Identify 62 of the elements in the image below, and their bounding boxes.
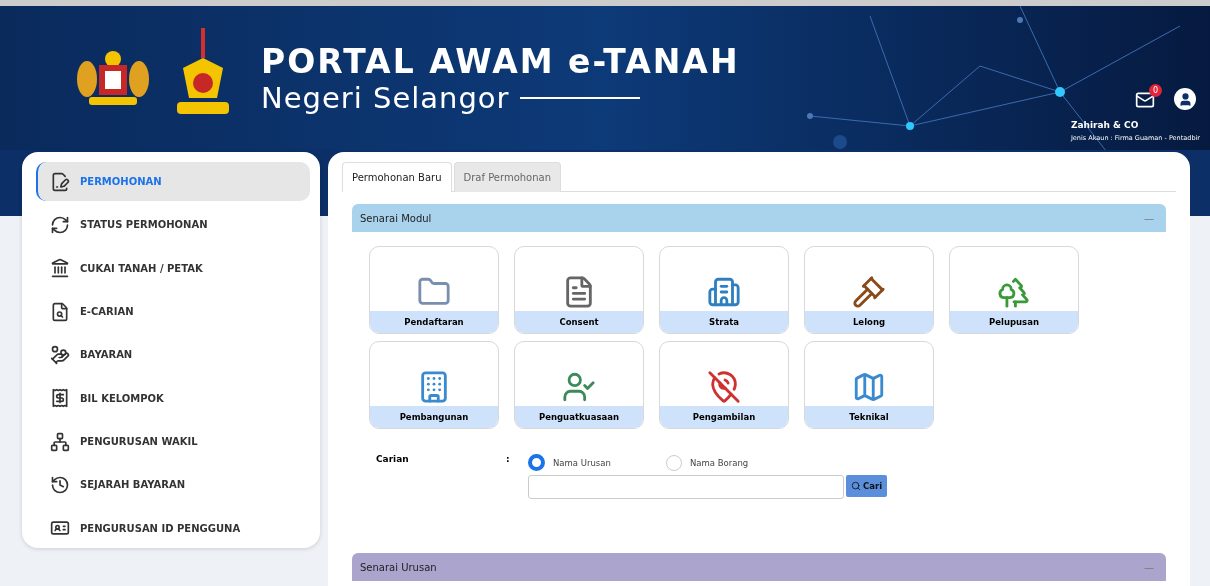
bank-icon [50,258,70,279]
radio-button[interactable] [528,454,545,471]
module-card[interactable]: Pembangunan [369,341,499,429]
refresh-icon [50,215,70,235]
portal-subtitle: Negeri Selangor [261,80,510,115]
module-label: Consent [515,311,643,333]
module-card[interactable]: Consent [514,246,644,334]
sidebar-item[interactable]: CUKAI TANAH / PETAK [36,248,310,288]
search-label: Carian [376,454,410,466]
sidebar-item[interactable]: BAYARAN [36,335,310,375]
user-icon [1177,91,1193,107]
sidebar-item[interactable]: PENGURUSAN ID PENGGUNA [36,508,310,548]
receipt-icon [50,388,70,409]
user-name: Zahirah & CO [1070,120,1139,130]
panel-title: Senarai Urusan [360,561,437,573]
search-button[interactable]: Cari [846,475,888,497]
panel-header[interactable]: Senarai Modul — [352,204,1166,232]
building-icon [707,275,741,309]
radio-option[interactable]: Nama Urusan [528,454,611,471]
form-icon [50,171,70,192]
module-label: Penguatkuasaan [515,406,643,428]
mail-button[interactable]: 0 [1135,84,1162,110]
module-label: Pengambilan [660,406,788,428]
module-card[interactable]: Pengambilan [659,341,789,429]
sidebar-item[interactable]: SEJARAH BAYARAN [36,465,310,505]
module-label: Pembangunan [370,406,498,428]
map-icon [852,370,886,404]
sidebar-item[interactable]: PENGURUSAN WAKIL [36,421,310,462]
module-card[interactable]: Teknikal [804,341,934,429]
module-label: Teknikal [805,406,933,428]
history-icon [50,474,70,495]
radio-option[interactable]: Nama Borang [665,454,749,471]
module-label: Strata [660,311,788,333]
module-card[interactable]: Pelupusan [949,246,1079,334]
sidebar-item[interactable]: E-CARIAN [36,292,310,332]
hand-coins-icon [50,344,70,365]
panel-header[interactable]: Senarai Urusan — [352,553,1166,581]
search-icon [851,481,861,491]
tab[interactable]: Draf Permohonan [453,162,562,192]
sidebar-item[interactable]: BIL KELOMPOK [36,378,310,418]
search-field[interactable] [528,475,844,499]
user-avatar-button[interactable] [1174,88,1196,110]
mail-icon [1135,90,1155,110]
gavel-icon [852,275,886,309]
portal-title: PORTAL AWAM e-TANAH [261,41,740,81]
sidebar-item[interactable]: STATUS PERMOHONAN [36,205,310,245]
module-card[interactable]: Strata [659,246,789,334]
module-card[interactable]: Lelong [804,246,934,334]
notification-badge: 0 [1149,84,1162,97]
tab[interactable]: Permohonan Baru [342,162,452,192]
module-label: Pelupusan [950,311,1078,333]
module-card[interactable]: Pendaftaran [369,246,499,334]
panel-title: Senarai Modul [360,212,432,224]
network-icon [50,431,70,452]
cancel-pin-icon [707,370,741,404]
sidebar-item[interactable]: PERMOHONAN [36,162,310,202]
module-label: Pendaftaran [370,311,498,333]
module-card[interactable]: Penguatkuasaan [514,341,644,429]
module-label: Lelong [805,311,933,333]
file-search-icon [50,301,70,322]
separator: : [506,454,511,466]
trees-icon [997,275,1031,309]
